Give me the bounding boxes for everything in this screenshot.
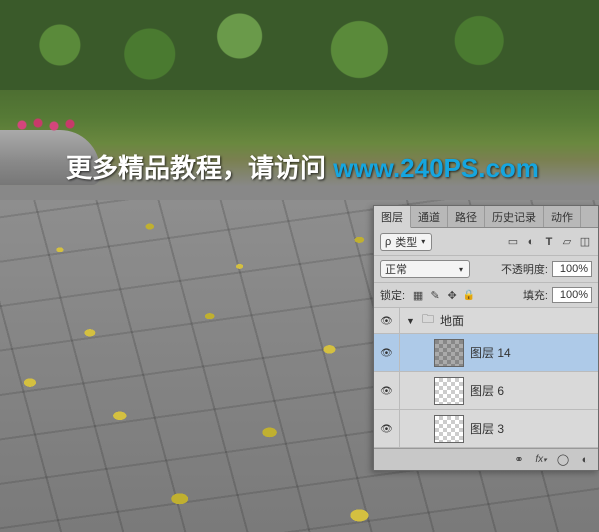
- blend-mode-dropdown[interactable]: 正常 ▾: [380, 260, 470, 278]
- blend-row: 正常 ▾ 不透明度: 100%: [374, 256, 598, 283]
- layer-row[interactable]: 图层 6: [374, 372, 598, 410]
- filter-type-dropdown[interactable]: ρ 类型 ▾: [380, 233, 432, 251]
- visibility-toggle[interactable]: [374, 308, 400, 333]
- lock-row: 锁定: 填充: 100%: [374, 283, 598, 308]
- folder-icon: [422, 310, 434, 331]
- layer-name[interactable]: 图层 6: [470, 382, 504, 399]
- link-layers-icon[interactable]: [512, 453, 526, 467]
- visibility-toggle[interactable]: [374, 334, 400, 371]
- layer-thumbnail[interactable]: [434, 339, 464, 367]
- visibility-toggle[interactable]: [374, 410, 400, 447]
- tab-actions[interactable]: 动作: [544, 206, 581, 227]
- chevron-down-icon: ▾: [459, 265, 463, 274]
- opacity-input[interactable]: 100%: [552, 261, 592, 277]
- tab-layers[interactable]: 图层: [374, 206, 411, 228]
- tab-paths[interactable]: 路径: [448, 206, 485, 227]
- filter-smartobject-icon[interactable]: [578, 235, 592, 249]
- tab-history[interactable]: 历史记录: [485, 206, 544, 227]
- panel-tabs: 图层 通道 路径 历史记录 动作: [374, 206, 598, 228]
- blend-mode-value: 正常: [385, 261, 407, 277]
- opacity-label: 不透明度:: [501, 261, 548, 277]
- layer-row[interactable]: 图层 3: [374, 410, 598, 448]
- layer-list: ▼ 地面 图层 14 图层 6: [374, 308, 598, 448]
- layer-fx-icon[interactable]: fx▾: [534, 453, 548, 467]
- layer-thumbnail[interactable]: [434, 415, 464, 443]
- add-mask-icon[interactable]: [556, 453, 570, 467]
- fill-label: 填充:: [523, 287, 548, 303]
- visibility-toggle[interactable]: [374, 372, 400, 409]
- layer-name[interactable]: 图层 14: [470, 344, 511, 361]
- lock-icons: [411, 288, 476, 302]
- filter-icon: ρ: [385, 236, 391, 248]
- eye-icon: [380, 423, 393, 435]
- chevron-down-icon: ▾: [421, 237, 425, 246]
- filter-adjustment-icon[interactable]: [524, 235, 538, 249]
- lock-all-icon[interactable]: [462, 288, 476, 302]
- layer-name[interactable]: 图层 3: [470, 420, 504, 437]
- layer-thumbnail[interactable]: [434, 377, 464, 405]
- group-twisty[interactable]: ▼: [406, 316, 416, 326]
- fill-input[interactable]: 100%: [552, 287, 592, 303]
- eye-icon: [380, 385, 393, 397]
- panel-footer: fx▾: [374, 448, 598, 470]
- filter-row: ρ 类型 ▾: [374, 228, 598, 256]
- watermark-prefix: 更多精品教程，请访问: [66, 153, 333, 183]
- new-adjustment-icon[interactable]: [578, 453, 592, 467]
- watermark-url: www.240PS.com: [333, 153, 539, 183]
- filter-shape-icon[interactable]: [560, 235, 574, 249]
- filter-type-label: 类型: [395, 234, 417, 250]
- watermark-text: 更多精品教程，请访问 www.240PS.com: [66, 148, 539, 185]
- lock-position-icon[interactable]: [445, 288, 459, 302]
- group-name[interactable]: 地面: [440, 312, 464, 329]
- flowers-graphic: [10, 115, 90, 135]
- filter-pixel-icon[interactable]: [506, 235, 520, 249]
- lock-label: 锁定:: [380, 287, 405, 303]
- eye-icon: [380, 315, 393, 327]
- bushes-graphic: [0, 0, 599, 90]
- tab-channels[interactable]: 通道: [411, 206, 448, 227]
- layer-group-row[interactable]: ▼ 地面: [374, 308, 598, 334]
- layer-row[interactable]: 图层 14: [374, 334, 598, 372]
- layers-panel: 图层 通道 路径 历史记录 动作 ρ 类型 ▾ 正常 ▾ 不透明度: 100% …: [373, 205, 599, 471]
- lock-transparent-icon[interactable]: [411, 288, 425, 302]
- filter-text-icon[interactable]: [542, 235, 556, 249]
- lock-image-icon[interactable]: [428, 288, 442, 302]
- eye-icon: [380, 347, 393, 359]
